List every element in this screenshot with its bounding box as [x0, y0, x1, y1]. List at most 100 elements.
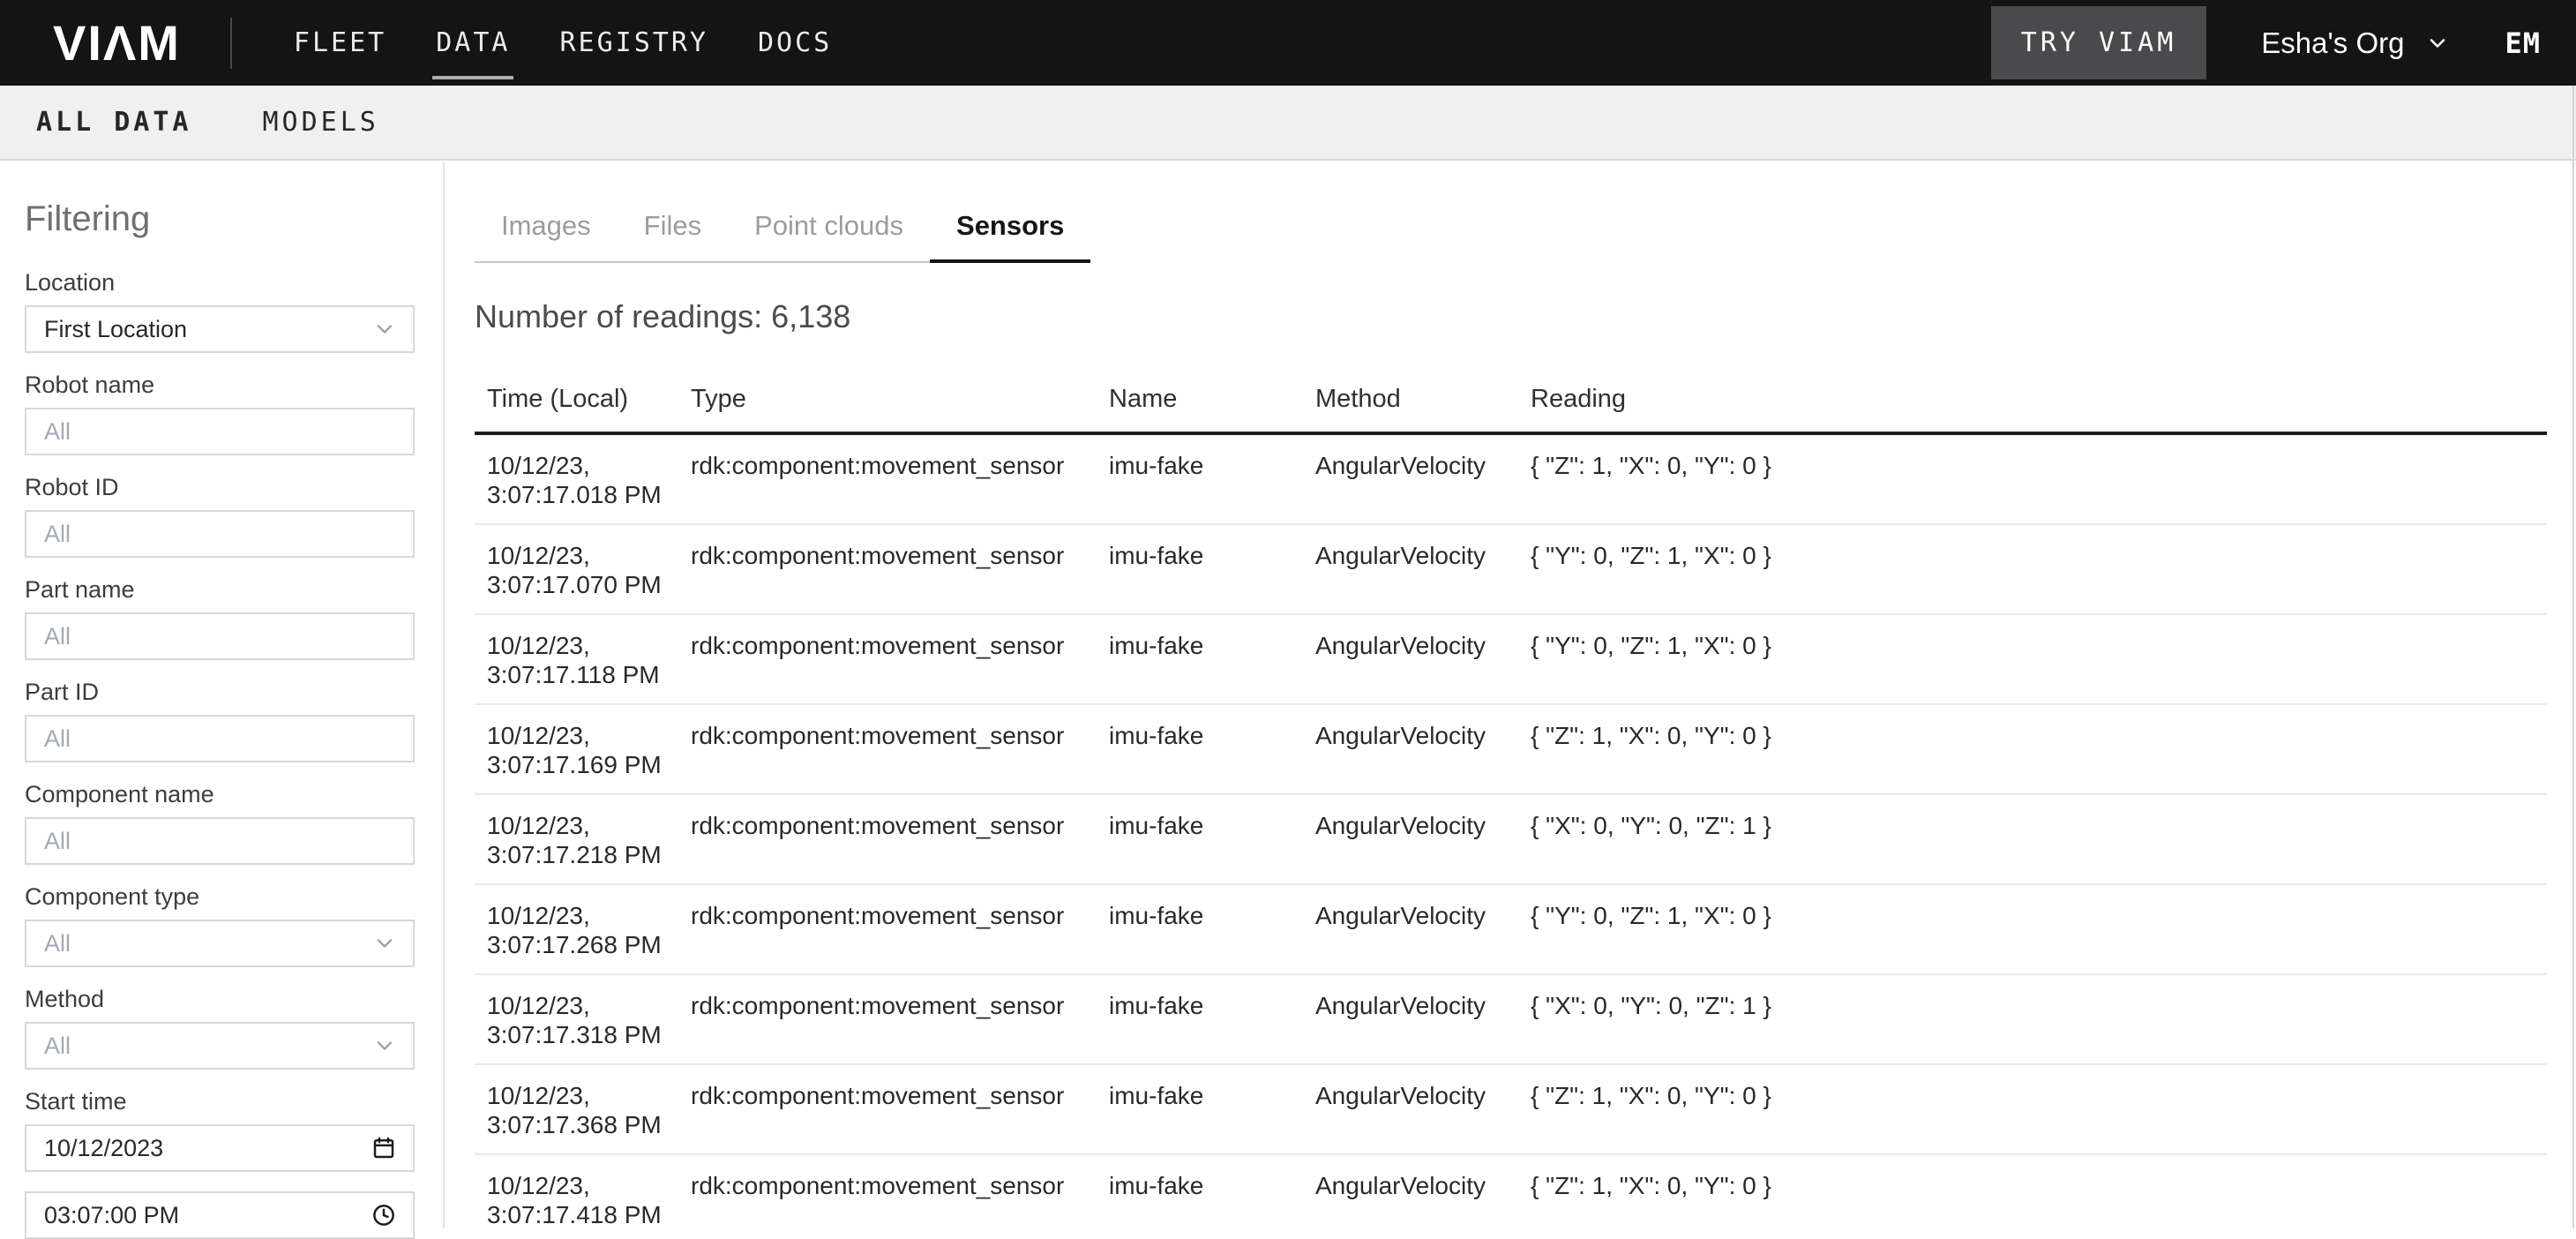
component-type-select[interactable]: All [25, 920, 415, 967]
cell-name: imu-fake [1097, 704, 1303, 794]
start-time-label: Start time [25, 1089, 415, 1114]
cell-name: imu-fake [1097, 524, 1303, 614]
robot-name-input[interactable] [25, 408, 415, 455]
sensor-readings-table: Time (Local) Type Name Method Reading 10… [475, 335, 2547, 1228]
column-header-type: Type [678, 335, 1097, 433]
location-label: Location [25, 270, 415, 295]
method-select[interactable]: All [25, 1022, 415, 1070]
filtering-title: Filtering [25, 198, 415, 240]
cell-type: rdk:component:movement_sensor [678, 974, 1097, 1064]
robot-name-label: Robot name [25, 372, 415, 397]
nav-item-data[interactable]: DATA [436, 27, 510, 58]
cell-reading: { "Z": 1, "X": 0, "Y": 0 } [1518, 704, 2547, 794]
table-row[interactable]: 10/12/23,3:07:17.118 PM rdk:component:mo… [475, 614, 2547, 704]
robot-id-field: Robot ID [25, 475, 415, 558]
cell-time: 10/12/23,3:07:17.169 PM [475, 704, 678, 794]
cell-name: imu-fake [1097, 974, 1303, 1064]
cell-type: rdk:component:movement_sensor [678, 1154, 1097, 1228]
part-id-field: Part ID [25, 680, 415, 762]
org-name: Esha's Org [2261, 26, 2404, 60]
chevron-down-icon [372, 1033, 397, 1058]
cell-type: rdk:component:movement_sensor [678, 524, 1097, 614]
component-type-field: Component type All [25, 884, 415, 967]
cell-reading: { "Y": 0, "Z": 1, "X": 0 } [1518, 614, 2547, 704]
top-nav-right: TRY VIAM Esha's Org EM [1991, 6, 2576, 79]
cell-time: 10/12/23,3:07:17.018 PM [475, 433, 678, 524]
cell-type: rdk:component:movement_sensor [678, 794, 1097, 884]
robot-name-field: Robot name [25, 372, 415, 455]
cell-time: 10/12/23,3:07:17.268 PM [475, 884, 678, 974]
table-row[interactable]: 10/12/23,3:07:17.169 PM rdk:component:mo… [475, 704, 2547, 794]
calendar-icon[interactable] [371, 1135, 397, 1161]
cell-type: rdk:component:movement_sensor [678, 433, 1097, 524]
table-row[interactable]: 10/12/23,3:07:17.070 PM rdk:component:mo… [475, 524, 2547, 614]
tab-models[interactable]: MODELS [263, 107, 379, 138]
cell-time: 10/12/23,3:07:17.218 PM [475, 794, 678, 884]
cell-method: AngularVelocity [1303, 1064, 1518, 1154]
cell-type: rdk:component:movement_sensor [678, 1064, 1097, 1154]
org-switcher[interactable]: Esha's Org [2261, 26, 2450, 60]
chevron-down-icon [372, 317, 397, 342]
main-content: Images Files Point clouds Sensors Number… [446, 162, 2576, 1228]
method-field: Method All [25, 987, 415, 1070]
cell-type: rdk:component:movement_sensor [678, 884, 1097, 974]
tab-sensors[interactable]: Sensors [930, 210, 1090, 261]
nav-item-fleet[interactable]: FLEET [294, 27, 386, 58]
tab-all-data[interactable]: ALL DATA [36, 107, 192, 138]
nav-item-registry[interactable]: REGISTRY [559, 27, 708, 58]
try-viam-button[interactable]: TRY VIAM [1991, 6, 2207, 79]
sub-nav: ALL DATA MODELS [0, 86, 2576, 161]
start-date-input[interactable]: 10/12/2023 [25, 1124, 415, 1172]
table-row[interactable]: 10/12/23,3:07:17.318 PM rdk:component:mo… [475, 974, 2547, 1064]
robot-id-input[interactable] [25, 510, 415, 558]
cell-method: AngularVelocity [1303, 794, 1518, 884]
nav-divider [230, 18, 232, 69]
cell-name: imu-fake [1097, 1154, 1303, 1228]
cell-method: AngularVelocity [1303, 704, 1518, 794]
clock-icon[interactable] [371, 1202, 397, 1228]
data-type-tabs: Images Files Point clouds Sensors [475, 210, 1090, 263]
component-name-input[interactable] [25, 817, 415, 865]
cell-name: imu-fake [1097, 433, 1303, 524]
table-row[interactable]: 10/12/23,3:07:17.018 PM rdk:component:mo… [475, 433, 2547, 524]
cell-time: 10/12/23,3:07:17.368 PM [475, 1064, 678, 1154]
column-header-method: Method [1303, 335, 1518, 433]
tab-point-clouds[interactable]: Point clouds [728, 210, 930, 261]
table-row[interactable]: 10/12/23,3:07:17.268 PM rdk:component:mo… [475, 884, 2547, 974]
readings-count: Number of readings: 6,138 [475, 298, 2576, 335]
sensor-table-body: 10/12/23,3:07:17.018 PM rdk:component:mo… [475, 433, 2547, 1228]
cell-reading: { "X": 0, "Y": 0, "Z": 1 } [1518, 794, 2547, 884]
avatar[interactable]: EM [2505, 26, 2541, 60]
nav-item-docs[interactable]: DOCS [758, 27, 832, 58]
component-name-field: Component name [25, 782, 415, 865]
part-name-label: Part name [25, 577, 415, 602]
tab-images[interactable]: Images [475, 210, 618, 261]
cell-reading: { "Y": 0, "Z": 1, "X": 0 } [1518, 524, 2547, 614]
scrollbar-track-edge[interactable] [2572, 86, 2574, 1228]
cell-method: AngularVelocity [1303, 614, 1518, 704]
part-id-label: Part ID [25, 680, 415, 704]
cell-time: 10/12/23,3:07:17.418 PM [475, 1154, 678, 1228]
cell-name: imu-fake [1097, 614, 1303, 704]
part-id-input[interactable] [25, 715, 415, 762]
location-select[interactable]: First Location [25, 305, 415, 353]
start-clock-input[interactable]: 03:07:00 PM [25, 1191, 415, 1239]
table-row[interactable]: 10/12/23,3:07:17.418 PM rdk:component:mo… [475, 1154, 2547, 1228]
table-row[interactable]: 10/12/23,3:07:17.218 PM rdk:component:mo… [475, 794, 2547, 884]
table-row[interactable]: 10/12/23,3:07:17.368 PM rdk:component:mo… [475, 1064, 2547, 1154]
cell-reading: { "Y": 0, "Z": 1, "X": 0 } [1518, 884, 2547, 974]
cell-time: 10/12/23,3:07:17.318 PM [475, 974, 678, 1064]
start-clock-field: 03:07:00 PM [25, 1191, 415, 1239]
part-name-field: Part name [25, 577, 415, 660]
cell-method: AngularVelocity [1303, 524, 1518, 614]
column-header-time: Time (Local) [475, 335, 678, 433]
viam-logo[interactable]: VIΛM [53, 19, 181, 68]
cell-reading: { "Z": 1, "X": 0, "Y": 0 } [1518, 1154, 2547, 1228]
cell-type: rdk:component:movement_sensor [678, 704, 1097, 794]
part-name-input[interactable] [25, 612, 415, 660]
cell-type: rdk:component:movement_sensor [678, 614, 1097, 704]
cell-name: imu-fake [1097, 884, 1303, 974]
column-header-reading: Reading [1518, 335, 2547, 433]
tab-files[interactable]: Files [618, 210, 728, 261]
cell-name: imu-fake [1097, 1064, 1303, 1154]
